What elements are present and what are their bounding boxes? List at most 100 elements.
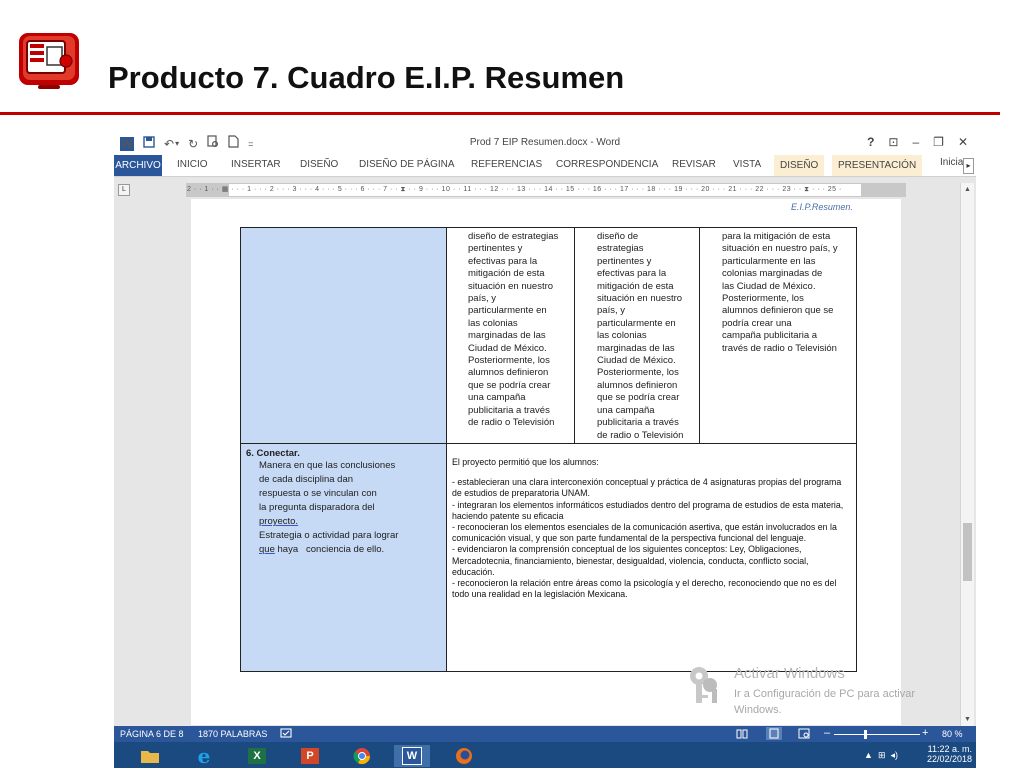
eip-table[interactable]: diseño de estrategias pertinentes y efecti… <box>240 227 857 672</box>
help-icon[interactable]: ? <box>867 135 874 149</box>
document-page[interactable]: E.I.P.Resumen. diseño de estrategias pert… <box>191 199 901 725</box>
cell-line: país, y <box>597 305 625 317</box>
cell-line: efectivas para la <box>597 268 667 280</box>
cell-line: publicitaria a través <box>468 404 550 416</box>
print-layout-icon[interactable] <box>766 727 782 740</box>
table-cell[interactable] <box>240 227 447 444</box>
word-taskbar-icon[interactable]: W <box>394 745 430 767</box>
cell-line: país, y <box>468 293 496 305</box>
word-count[interactable]: 1870 PALABRAS <box>198 729 267 739</box>
page-count[interactable]: PÁGINA 6 DE 8 <box>120 729 184 739</box>
tab-revisar[interactable]: REVISAR <box>672 159 716 170</box>
table-cell[interactable]: diseño de estrategias pertinentes y efectiv… <box>574 227 700 444</box>
conclusion-intro: El proyecto permitió que los alumnos: <box>452 457 599 467</box>
firefox-icon[interactable] <box>452 745 476 767</box>
tab-vista[interactable]: VISTA <box>733 159 761 170</box>
tab-selector-icon[interactable]: L <box>118 184 130 196</box>
table-cell[interactable]: para la mitigación de esta situación en n… <box>699 227 857 444</box>
excel-icon[interactable]: X <box>245 745 269 767</box>
cell-line: campaña publicitaria a <box>722 330 818 342</box>
cell-line: una campaña <box>468 392 526 404</box>
proofing-icon[interactable] <box>280 728 292 741</box>
table-row: 6. Conectar. Manera en que las conclusio… <box>240 443 857 672</box>
vertical-scrollbar[interactable]: ▲ ▼ <box>960 183 974 726</box>
zoom-slider[interactable] <box>834 734 920 735</box>
description-line: Estrategia o actividad para lograr <box>259 530 399 541</box>
internet-explorer-icon[interactable]: e <box>192 744 216 768</box>
cell-line: alumnos definieron <box>468 367 549 379</box>
cell-line: para la mitigación de esta <box>722 231 831 242</box>
scroll-up-icon[interactable]: ▲ <box>963 185 972 194</box>
tab-inicio[interactable]: INICIO <box>177 159 208 170</box>
tab-correspondencia[interactable]: CORRESPONDENCIA <box>556 159 658 170</box>
tab-archivo[interactable]: ARCHIVO <box>114 155 162 176</box>
zoom-slider-thumb[interactable] <box>864 730 867 739</box>
clock-date[interactable]: 22/02/2018 <box>912 754 972 764</box>
cell-line: las Ciudad de México. <box>722 280 816 292</box>
conclusion-item: - establecieran una clara interconexión … <box>452 477 842 499</box>
close-icon[interactable]: ✕ <box>958 135 968 149</box>
ruler-right-margin <box>861 184 905 196</box>
web-layout-icon[interactable] <box>798 728 810 741</box>
tab-diseno-de-pagina[interactable]: DISEÑO DE PÁGINA <box>359 159 455 170</box>
conclusion-item: - reconocieran los elementos esenciales … <box>452 522 837 544</box>
read-mode-icon[interactable] <box>736 728 748 741</box>
scroll-down-icon[interactable]: ▼ <box>963 715 972 724</box>
cell-line: pertinentes y <box>597 255 652 267</box>
watermark-title: Activar Windows <box>734 665 845 682</box>
key-icon <box>690 667 717 703</box>
zoom-in-button[interactable]: + <box>922 727 928 739</box>
cell-line: una campaña <box>597 404 655 416</box>
description-line-end: haya conciencia de ello. <box>274 544 385 555</box>
section-title: 6. Conectar. <box>246 448 300 459</box>
cell-line: mitigación de esta <box>468 268 545 280</box>
tab-diseno[interactable]: DISEÑO <box>300 159 338 170</box>
table-cell-conectar[interactable]: 6. Conectar. Manera en que las conclusio… <box>240 443 447 672</box>
chrome-icon[interactable] <box>350 745 374 767</box>
tab-referencias[interactable]: REFERENCIAS <box>471 159 542 170</box>
scrollbar-thumb[interactable] <box>963 523 972 581</box>
minimize-icon[interactable]: – <box>912 135 919 149</box>
zoom-level[interactable]: 80 % <box>942 729 963 739</box>
system-tray: ▲ ⊞ ◂) 11:22 a. m. 22/02/2018 <box>864 744 972 764</box>
excel-letter: X <box>248 748 266 764</box>
cell-line: de radio o Televisión <box>597 429 684 441</box>
cell-line: estrategias <box>597 243 644 255</box>
cell-line: situación en nuestro país, y <box>722 243 838 255</box>
word-window: W ↶ ▾ ↻ = Prod 7 EIP Resumen.docx - Word… <box>114 131 976 768</box>
ribbon-scroll-right-icon[interactable]: ▸ <box>963 158 974 174</box>
cell-line: las colonias <box>597 330 647 342</box>
ruler-scale: 2 · · 1 · · ▦ · · · 1 · · · 2 · · · 3 · … <box>187 186 842 193</box>
ruler-row: L 2 · · 1 · · ▦ · · · 1 · · · 2 · · · 3 … <box>114 177 976 199</box>
page-header-text: E.I.P.Resumen. <box>791 202 853 212</box>
spellcheck-word: que <box>259 544 275 555</box>
tab-insertar[interactable]: INSERTAR <box>231 159 281 170</box>
powerpoint-icon[interactable]: P <box>298 745 322 767</box>
cell-text-col4: para la mitigación de esta situación en n… <box>701 229 855 355</box>
tray-icons[interactable]: ▲ ⊞ ◂) <box>864 750 898 761</box>
cell-line: Posteriormente, los <box>468 355 550 367</box>
file-explorer-icon[interactable] <box>138 745 162 767</box>
clock-time[interactable]: 11:22 a. m. <box>912 744 972 754</box>
description-line: respuesta o se vinculan con <box>259 488 377 499</box>
watermark-subtitle: Ir a Configuración de PC para activar Wi… <box>734 688 915 716</box>
conclusion-item: - evidenciaron la comprensión conceptual… <box>452 544 809 577</box>
description-line: proyecto. <box>259 515 441 529</box>
status-bar: PÁGINA 6 DE 8 1870 PALABRAS – + 80 % <box>114 726 976 742</box>
window-controls: ? ⊡ – ❐ ✕ <box>867 135 968 149</box>
ribbon-display-options-icon[interactable]: ⊡ <box>888 135 898 149</box>
cell-line: alumnos definieron <box>597 379 678 391</box>
horizontal-ruler[interactable]: 2 · · 1 · · ▦ · · · 1 · · · 2 · · · 3 · … <box>186 183 906 197</box>
table-row: diseño de estrategias pertinentes y efecti… <box>240 227 857 444</box>
table-cell-conclusion[interactable]: El proyecto permitió que los alumnos: - … <box>446 443 857 672</box>
ribbon-tabs: ARCHIVO INICIO INSERTAR DISEÑO DISEÑO DE… <box>114 155 976 177</box>
restore-icon[interactable]: ❐ <box>933 135 944 149</box>
table-cell[interactable]: diseño de estrategias pertinentes y efecti… <box>446 227 575 444</box>
description-line: que haya conciencia de ello. <box>259 543 441 557</box>
zoom-out-button[interactable]: – <box>824 727 830 739</box>
cell-line: particularmente en las <box>722 255 816 267</box>
cell-line: particularmente en <box>597 317 676 329</box>
cell-line: diseño de <box>597 231 639 242</box>
tab-table-presentacion[interactable]: PRESENTACIÓN <box>832 155 923 176</box>
tab-table-diseno[interactable]: DISEÑO <box>774 155 825 176</box>
